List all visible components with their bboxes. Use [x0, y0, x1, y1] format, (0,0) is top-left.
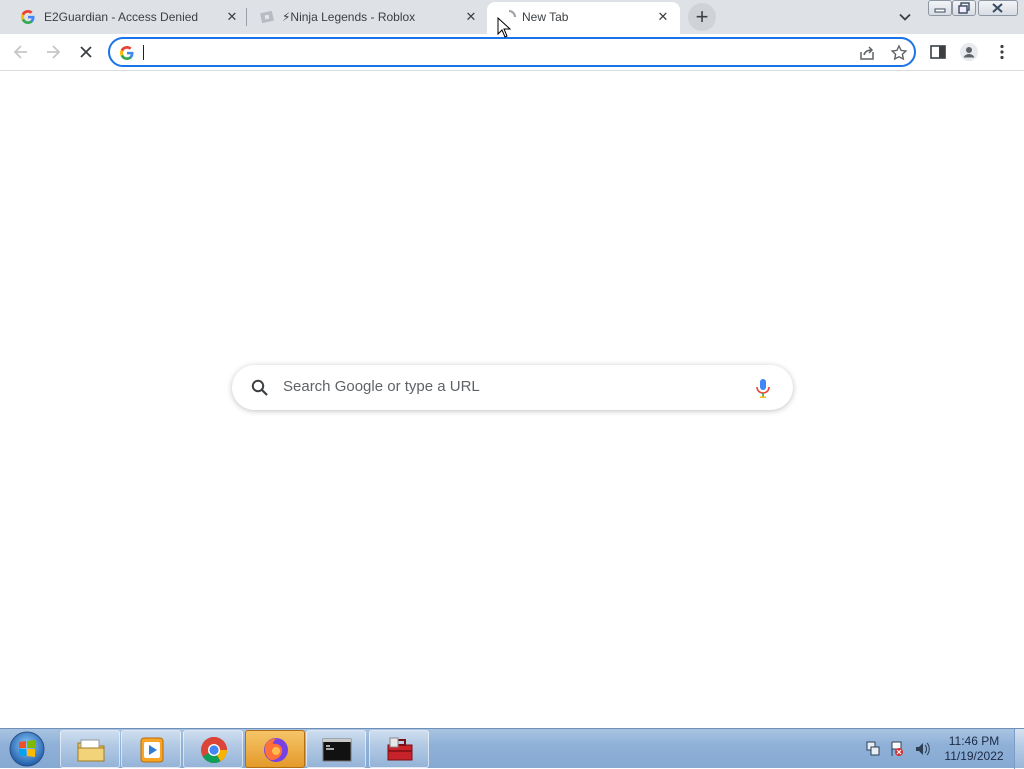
network-icon[interactable]: [866, 741, 880, 756]
tab-title: ⚡Ninja Legends - Roblox: [282, 10, 416, 24]
new-tab-button[interactable]: +: [688, 3, 716, 31]
restore-icon: [958, 2, 970, 14]
minimize-button[interactable]: [928, 0, 952, 16]
google-g-icon: [21, 10, 35, 24]
taskbar-command-prompt[interactable]: [306, 730, 366, 768]
windows-taskbar: 11:46 PM 11/19/2022: [0, 728, 1024, 769]
text-caret: [143, 45, 144, 60]
show-desktop-button[interactable]: [1014, 729, 1024, 769]
minimize-icon: [934, 8, 946, 13]
address-bar[interactable]: [108, 37, 916, 67]
mouse-cursor-icon: [497, 17, 511, 38]
bookmark-star-icon[interactable]: [890, 44, 908, 62]
tab-title: E2Guardian - Access Denied: [44, 10, 199, 24]
media-player-icon: [140, 737, 164, 763]
roblox-icon: [260, 10, 274, 24]
google-g-icon: [120, 46, 134, 60]
tab-new-tab-active[interactable]: New Tab ✕: [487, 2, 680, 34]
restore-button[interactable]: [952, 0, 976, 16]
start-button[interactable]: [4, 729, 50, 769]
back-arrow-icon[interactable]: [11, 42, 31, 62]
tab-close-icon[interactable]: ✕: [224, 9, 240, 25]
taskbar-media-player[interactable]: [121, 730, 181, 768]
microphone-icon[interactable]: [752, 376, 774, 400]
firefox-icon: [264, 738, 288, 762]
tab-strip: E2Guardian - Access Denied ✕ ⚡Ninja Lege…: [0, 0, 1024, 34]
taskbar-file-explorer[interactable]: [60, 730, 120, 768]
kebab-menu-icon[interactable]: [992, 42, 1012, 62]
google-search-box[interactable]: Search Google or type a URL: [232, 365, 793, 410]
chevron-down-icon[interactable]: [896, 8, 914, 26]
tab-ninja-legends[interactable]: ⚡Ninja Legends - Roblox ✕: [247, 0, 487, 34]
system-tray: [866, 741, 930, 756]
search-icon: [251, 379, 268, 396]
taskbar-firefox[interactable]: [245, 730, 305, 768]
address-input[interactable]: [142, 43, 842, 61]
command-prompt-icon: [322, 738, 352, 762]
file-explorer-icon: [77, 739, 105, 762]
profile-icon[interactable]: [959, 42, 979, 62]
browser-toolbar: [0, 34, 1024, 71]
forward-arrow-icon[interactable]: [43, 42, 63, 62]
toolbox-icon: [387, 737, 413, 761]
clock-date: 11/19/2022: [944, 749, 1004, 763]
system-clock[interactable]: 11:46 PM 11/19/2022: [936, 734, 1012, 764]
tab-title: New Tab: [522, 10, 569, 24]
tab-close-icon[interactable]: ✕: [655, 9, 671, 25]
search-placeholder: Search Google or type a URL: [283, 378, 480, 395]
tab-e2guardian[interactable]: E2Guardian - Access Denied ✕: [0, 0, 246, 34]
action-center-flag-icon[interactable]: [891, 741, 903, 756]
chrome-icon: [201, 736, 228, 764]
taskbar-toolbox[interactable]: [369, 730, 429, 768]
share-icon[interactable]: [858, 44, 876, 62]
new-tab-page: Search Google or type a URL: [0, 72, 1024, 728]
clock-time: 11:46 PM: [948, 734, 1000, 748]
side-panel-icon[interactable]: [928, 42, 948, 62]
taskbar-chrome[interactable]: [183, 730, 243, 768]
close-icon: [992, 3, 1003, 13]
close-window-button[interactable]: [978, 0, 1018, 16]
tab-close-icon[interactable]: ✕: [463, 9, 479, 25]
volume-icon[interactable]: [916, 742, 930, 756]
stop-loading-icon[interactable]: [76, 42, 96, 62]
